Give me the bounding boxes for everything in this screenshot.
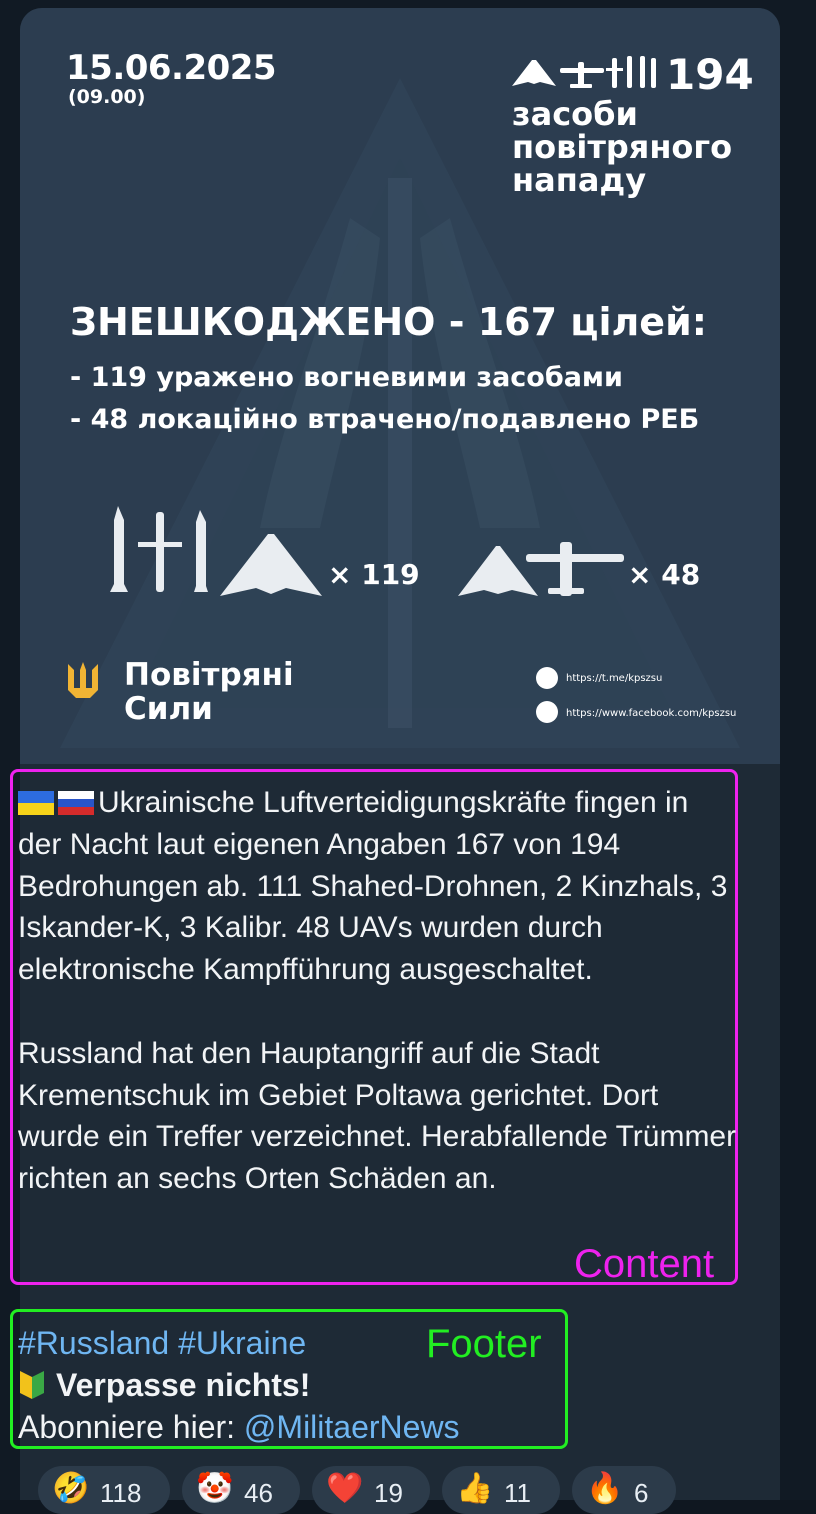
reaction-clown[interactable]: 🤡 46	[182, 1466, 300, 1514]
total-threats-label: засоби повітряного нападу	[512, 95, 733, 199]
telegram-icon	[536, 667, 558, 689]
shahed-drone-icon	[512, 60, 556, 86]
shot-down-line: - 119 уражено вогневими засобами	[70, 362, 623, 393]
facebook-icon	[536, 701, 558, 723]
cruise-missile-icon	[640, 56, 645, 88]
uav-plane-icon	[526, 554, 624, 562]
ew-weapons-icons	[458, 542, 624, 596]
shot-down-weapons-icons	[110, 506, 322, 596]
shahed-drone-icon	[458, 546, 538, 596]
facebook-url[interactable]: https://www.facebook.com/kpszsu	[566, 708, 736, 719]
cta-line: Verpasse nichts!	[18, 1364, 578, 1406]
missile-icon	[194, 510, 208, 592]
footer-annotation-label: Footer	[426, 1322, 542, 1366]
reaction-heart[interactable]: ❤️ 19	[312, 1466, 430, 1514]
air-force-name: Повітряні Сили	[124, 657, 294, 727]
content-annotation-label: Content	[574, 1242, 715, 1286]
shahed-drone-icon	[220, 534, 322, 596]
subscribe-line: Abonniere hier: @MilitaerNews	[18, 1409, 460, 1445]
message-paragraph-1: Ukrainische Luftverteidigungskräfte fing…	[18, 786, 728, 987]
ukraine-flag-icon	[18, 791, 54, 815]
cruise-missile-icon	[156, 512, 164, 592]
reactions-bar: 🤣 118 🤡 46 ❤️ 19 👍 11 🔥 6	[18, 1466, 738, 1514]
infographic-image[interactable]: 15.06.2025 (09.00) 194 засоби повітряног…	[20, 8, 780, 764]
report-date: 15.06.2025	[66, 48, 277, 88]
beginner-badge-icon	[20, 1371, 44, 1399]
missile-icon	[612, 58, 617, 88]
reaction-rofl[interactable]: 🤣 118	[38, 1466, 170, 1514]
reaction-thumbs-up[interactable]: 👍 11	[442, 1466, 560, 1514]
weapons-icons-header	[512, 56, 656, 88]
shot-down-multiplier: × 119	[328, 558, 420, 591]
heart-icon: ❤️	[326, 1472, 364, 1505]
trident-icon	[68, 662, 98, 698]
total-threats-count: 194	[666, 50, 754, 99]
report-time: (09.00)	[68, 86, 146, 108]
rofl-icon: 🤣	[52, 1472, 90, 1505]
missile-icon	[110, 506, 128, 592]
russia-flag-icon	[58, 791, 94, 815]
clown-icon: 🤡	[196, 1472, 234, 1505]
message-text: Ukrainische Luftverteidigungskräfte fing…	[18, 782, 738, 1200]
channel-handle-link[interactable]: @MilitaerNews	[244, 1409, 460, 1445]
telegram-url[interactable]: https://t.me/kpszsu	[566, 673, 662, 684]
ew-multiplier: × 48	[628, 558, 701, 591]
neutralized-headline: ЗНЕШКОДЖЕНО - 167 цілей:	[70, 300, 707, 344]
ew-suppressed-line: - 48 локаційно втрачено/подавлено РЕБ	[70, 404, 700, 435]
reaction-fire[interactable]: 🔥 6	[572, 1466, 676, 1514]
message-paragraph-2: Russland hat den Hauptangriff auf die St…	[18, 1036, 737, 1196]
fire-icon: 🔥	[586, 1472, 624, 1505]
thumbs-up-icon: 👍	[456, 1472, 494, 1505]
